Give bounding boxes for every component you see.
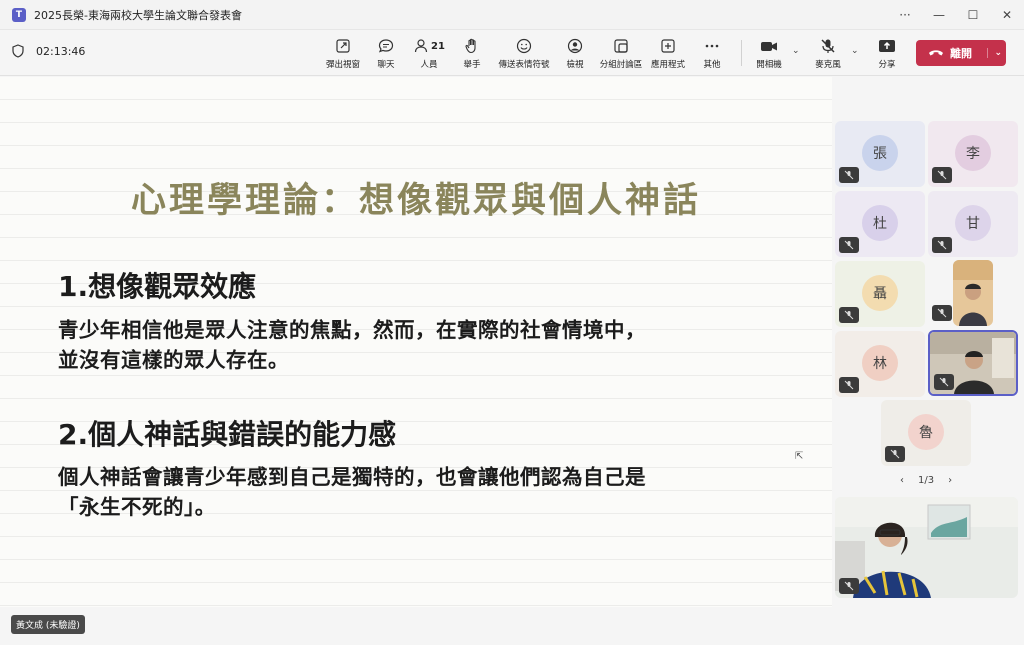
participant-avatar: 魯 xyxy=(908,414,944,450)
mic-muted-icon xyxy=(821,39,835,53)
next-page-icon[interactable]: › xyxy=(948,475,952,486)
mic-muted-icon xyxy=(934,374,954,390)
participant-avatar: 林 xyxy=(862,345,898,381)
slide-point2-heading: 2.個人神話與錯誤的能力感 xyxy=(58,418,397,451)
mic-muted-icon xyxy=(839,167,859,183)
mic-options-chevron-icon[interactable]: ⌄ xyxy=(851,46,859,56)
teams-app-icon: T xyxy=(12,7,26,22)
shared-slide: 心理學理論：想像觀眾與個人神話 1.想像觀眾效應 青少年相信他是眾人注意的焦點，… xyxy=(0,77,832,607)
share-icon xyxy=(879,40,895,52)
view-icon xyxy=(567,38,583,54)
meeting-toolbar: 02:13:46 彈出視窗 聊天 21 人員 舉手 傳送表情符號 檢視 分組討論… xyxy=(0,30,1024,76)
apps-icon xyxy=(661,39,675,53)
participant-tile[interactable]: 李 xyxy=(928,121,1018,187)
presenter-name-tag: 黃文成 (未驗證) xyxy=(11,615,85,634)
window-title: 2025長榮-東海兩校大學生論文聯合發表會 xyxy=(34,8,242,22)
react-button[interactable]: 傳送表情符號 xyxy=(499,36,550,70)
participant-video-feed xyxy=(953,260,993,326)
slide-title: 心理學理論：想像觀眾與個人神話 xyxy=(130,181,701,221)
camera-options-chevron-icon[interactable]: ⌄ xyxy=(792,46,800,56)
participant-tile[interactable]: 甘 xyxy=(928,191,1018,257)
mic-muted-icon xyxy=(932,305,952,321)
meeting-timer: 02:13:46 xyxy=(36,44,86,58)
toolbar-divider xyxy=(741,40,742,66)
slide-point1-line2: 並沒有這樣的眾人存在。 xyxy=(58,348,289,372)
participant-tile[interactable]: 杜 xyxy=(835,191,925,257)
camera-button[interactable]: 開相機 xyxy=(744,36,794,70)
self-video-feed xyxy=(835,497,1018,598)
slide-point2-line2: 「永生不死的」。 xyxy=(58,495,216,519)
window-controls: ··· — ☐ ✕ xyxy=(888,0,1024,30)
breakout-rooms-button[interactable]: 分組討論區 xyxy=(596,36,646,70)
participant-avatar: 杜 xyxy=(862,205,898,241)
leave-button[interactable]: 離開 ⌄ xyxy=(916,40,1006,66)
mic-muted-icon xyxy=(839,307,859,323)
apps-button[interactable]: 應用程式 xyxy=(643,36,693,70)
participant-avatar: 聶 xyxy=(862,275,898,311)
more-icon xyxy=(705,44,719,48)
minimize-icon[interactable]: — xyxy=(922,0,956,30)
rooms-icon xyxy=(614,39,628,53)
active-speaker-video-tile[interactable] xyxy=(928,330,1018,396)
raise-hand-button[interactable]: 舉手 xyxy=(447,36,497,70)
mic-muted-icon xyxy=(885,446,905,462)
mic-muted-icon xyxy=(932,167,952,183)
more-options-icon[interactable]: ··· xyxy=(888,0,922,30)
participant-tile[interactable]: 林 xyxy=(835,331,925,397)
mic-muted-icon xyxy=(839,578,859,594)
slide-point2-line1: 個人神話會讓青少年感到自己是獨特的，也會讓他們認為自己是 xyxy=(58,465,646,489)
view-button[interactable]: 檢視 xyxy=(550,36,600,70)
mic-muted-icon xyxy=(839,377,859,393)
participant-avatar: 甘 xyxy=(955,205,991,241)
page-indicator: 1/3 xyxy=(918,475,935,486)
close-icon[interactable]: ✕ xyxy=(990,0,1024,30)
shield-icon xyxy=(12,44,24,58)
popout-icon xyxy=(336,39,350,53)
meeting-timer-area: 02:13:46 xyxy=(12,44,85,58)
slide-point1-heading: 1.想像觀眾效應 xyxy=(58,270,257,303)
participant-tile[interactable]: 張 xyxy=(835,121,925,187)
previous-page-icon[interactable]: ‹ xyxy=(900,475,904,486)
participant-pager: ‹ 1/3 › xyxy=(900,475,952,486)
hang-up-phone-icon xyxy=(929,50,943,56)
participant-avatar: 張 xyxy=(862,135,898,171)
share-button[interactable]: 分享 xyxy=(862,36,912,70)
people-icon xyxy=(414,39,428,53)
mic-button[interactable]: 麥克風 xyxy=(803,36,853,70)
mic-muted-icon xyxy=(932,237,952,253)
leave-options-chevron-icon[interactable]: ⌄ xyxy=(987,48,1002,58)
participant-video-tile[interactable] xyxy=(953,260,993,326)
self-video-tile[interactable] xyxy=(835,497,1018,598)
maximize-icon[interactable]: ☐ xyxy=(956,0,990,30)
mouse-cursor-icon: ⇱ xyxy=(795,451,804,462)
hand-icon xyxy=(465,38,476,54)
slide-point1-line1: 青少年相信他是眾人注意的焦點，然而，在實際的社會情境中， xyxy=(58,318,646,342)
participant-count: 21 xyxy=(431,40,445,52)
meeting-stage: 心理學理論：想像觀眾與個人神話 1.想像觀眾效應 青少年相信他是眾人注意的焦點，… xyxy=(0,77,1024,645)
more-button[interactable]: 其他 xyxy=(687,36,737,70)
mic-muted-icon xyxy=(839,237,859,253)
participant-tile[interactable]: 魯 xyxy=(881,400,971,466)
emoji-icon xyxy=(516,38,532,54)
participant-avatar: 李 xyxy=(955,135,991,171)
chat-icon xyxy=(378,39,394,53)
participant-tile[interactable]: 聶 xyxy=(835,261,925,327)
window-titlebar: T 2025長榮-東海兩校大學生論文聯合發表會 ··· — ☐ ✕ xyxy=(0,0,1024,30)
camera-icon xyxy=(761,42,777,51)
